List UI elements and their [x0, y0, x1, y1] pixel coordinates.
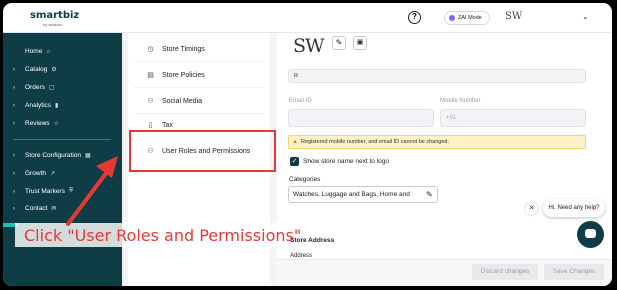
menu-item-label: Store Policies — [162, 71, 205, 79]
discard-changes-button[interactable]: Discard changes — [472, 264, 538, 280]
categories-field[interactable]: Watches, Luggage and Bags, Home and ✎ — [288, 186, 438, 203]
sidebar-item-label: Contact — [25, 205, 48, 212]
star-icon: ☆ — [53, 121, 59, 127]
social-icon: ⚇ — [147, 98, 154, 105]
sidebar-item-label: Catalog — [25, 66, 48, 73]
top-header: ? ZAI Mode SW ⌄ — [122, 3, 612, 33]
sidebar-item-label: Trust Markers — [25, 188, 65, 195]
chevron-right-icon: › — [13, 152, 15, 159]
chevron-right-icon: › — [13, 84, 15, 91]
logo-area: smartbiz by amazon — [3, 3, 122, 33]
help-icon[interactable]: ? — [408, 11, 421, 24]
categories-label: Categories — [289, 176, 321, 183]
chevron-right-icon: › — [13, 205, 15, 212]
show-store-name-label: Show store name next to logo — [303, 158, 389, 165]
show-store-name-checkbox[interactable]: ✓ — [290, 157, 299, 166]
highlight-box — [129, 130, 276, 172]
clock-icon: ◷ — [147, 46, 154, 53]
chevron-down-icon[interactable]: ⌄ — [582, 12, 589, 21]
chat-icon — [585, 229, 596, 238]
edit-icon[interactable]: ✎ — [426, 187, 433, 202]
sidebar-divider — [13, 139, 111, 140]
sidebar-item-analytics[interactable]: › Analytics ▮ — [13, 102, 58, 109]
chevron-right-icon: › — [13, 66, 15, 73]
chat-button[interactable] — [577, 221, 604, 248]
sidebar-item-label: Store Configuration — [25, 152, 82, 159]
catalog-icon: ⚙ — [51, 67, 57, 73]
save-changes-button[interactable]: Save Changes — [544, 264, 604, 280]
warning-icon: ▲ — [292, 139, 298, 145]
sidebar-item-home[interactable]: Home ⌂ — [25, 48, 50, 55]
sidebar-item-label: Analytics — [25, 102, 52, 109]
email-field — [288, 109, 434, 127]
sidebar-item-catalog[interactable]: › Catalog ⚙ — [13, 66, 57, 73]
chevron-right-icon: › — [13, 102, 15, 109]
close-chat-icon[interactable]: ✕ — [525, 202, 538, 215]
store-avatar[interactable]: SW — [505, 11, 522, 22]
chevron-right-icon: › — [13, 170, 15, 177]
document-icon: ▤ — [147, 72, 154, 79]
menu-divider — [134, 113, 266, 114]
annotation-text: Click "User Roles and Permissions" — [24, 226, 302, 245]
menu-divider — [134, 87, 266, 88]
warning-text: Registered mobile number, and email ID c… — [301, 139, 449, 145]
chat-greeting[interactable]: Hi. Need any help? — [543, 199, 605, 217]
warning-banner: ▲ Registered mobile number, and email ID… — [288, 135, 586, 149]
brand-logo[interactable]: smartbiz — [30, 10, 79, 21]
sidebar-item-orders[interactable]: › Orders ▢ — [13, 84, 55, 91]
growth-icon: ↗ — [49, 171, 55, 177]
mobile-field: +91 — [440, 109, 586, 127]
sidebar-item-growth[interactable]: › Growth ↗ — [13, 170, 55, 177]
email-label: Email ID — [289, 98, 312, 104]
home-icon: ⌂ — [46, 48, 50, 55]
menu-item-store-timings[interactable]: ◷ Store Timings — [146, 45, 205, 54]
chevron-right-icon: › — [13, 120, 15, 127]
sidebar-item-label: Reviews — [25, 120, 50, 127]
categories-value: Watches, Luggage and Bags, Home and — [293, 191, 410, 198]
store-icon: ▦ — [85, 153, 91, 159]
contact-icon: ✉ — [51, 206, 57, 212]
zai-mode-label: ZAI Mode — [458, 15, 482, 21]
menu-item-store-policies[interactable]: ▤ Store Policies — [146, 71, 205, 80]
sidebar-item-contact[interactable]: › Contact ✉ — [13, 205, 56, 212]
menu-item-label: Store Timings — [162, 45, 205, 53]
sidebar-item-reviews[interactable]: › Reviews ☆ — [13, 120, 59, 127]
tax-icon: ▯ — [148, 122, 153, 129]
sidebar-item-store-configuration[interactable]: › Store Configuration ▦ — [13, 152, 91, 159]
menu-item-tax[interactable]: ▯ Tax — [146, 121, 173, 130]
analytics-icon: ▮ — [55, 103, 59, 109]
menu-divider — [134, 61, 266, 62]
orders-icon: ▢ — [48, 85, 55, 91]
zai-icon — [449, 15, 455, 21]
menu-item-social-media[interactable]: ⚇ Social Media — [146, 97, 203, 106]
brand-sub: by amazon — [43, 22, 63, 27]
zai-mode-toggle[interactable]: ZAI Mode — [444, 11, 490, 25]
sidebar-item-trust-markers[interactable]: › Trust Markers ⛨ — [13, 188, 73, 195]
menu-item-label: Tax — [162, 121, 173, 129]
edit-logo-button[interactable]: ✎ — [332, 36, 346, 50]
chevron-right-icon: › — [13, 188, 15, 195]
sidebar-item-label: Home — [25, 48, 43, 55]
sidebar-item-label: Growth — [25, 170, 46, 177]
store-name-field[interactable]: R — [288, 69, 586, 83]
shield-icon: ⛨ — [68, 188, 74, 194]
menu-item-label: Social Media — [162, 97, 203, 105]
delete-logo-button[interactable]: ▣ — [353, 36, 367, 50]
store-logo: SW — [293, 35, 325, 57]
mobile-label: Mobile Number — [440, 98, 481, 104]
sidebar-item-label: Orders — [25, 84, 45, 91]
